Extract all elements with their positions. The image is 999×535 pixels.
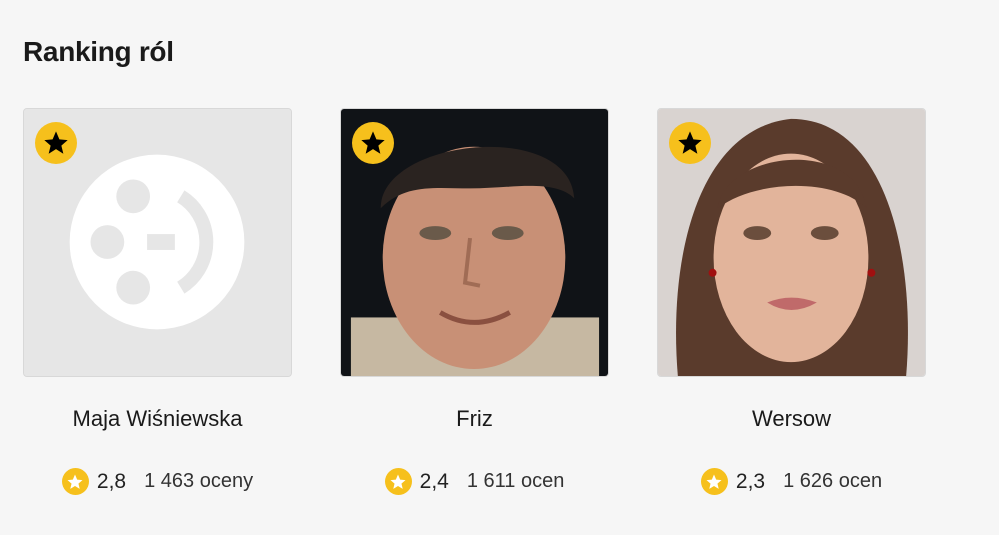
favorite-badge[interactable]: [35, 122, 77, 164]
role-ranking-section: Ranking ról Maja Wiśniewska 2,8 1 463 oc…: [0, 0, 999, 535]
person-name[interactable]: Wersow: [657, 406, 926, 432]
rating-value: 2,4: [419, 469, 449, 493]
rating-star-icon: [61, 468, 89, 495]
section-title: Ranking ról: [23, 36, 174, 67]
role-card[interactable]: Maja Wiśniewska 2,8 1 463 oceny: [23, 108, 292, 495]
person-name[interactable]: Friz: [340, 406, 609, 432]
favorite-badge[interactable]: [352, 122, 394, 164]
rating-star-icon: [384, 468, 412, 495]
rating-value: 2,8: [96, 469, 127, 493]
rating-count: 1 626 ocen: [783, 470, 883, 492]
rating-star-icon: [700, 468, 728, 495]
person-name[interactable]: Maja Wiśniewska: [23, 406, 292, 432]
star-icon: [361, 131, 385, 154]
person-photo[interactable]: [657, 108, 926, 377]
favorite-badge[interactable]: [669, 122, 711, 164]
role-image-placeholder[interactable]: [23, 108, 292, 377]
rating-count: 1 463 oceny: [144, 470, 254, 492]
rating-row: 2,4 1 611 ocen: [340, 468, 609, 495]
rating-value: 2,3: [735, 469, 766, 493]
rating-count: 1 611 ocen: [466, 470, 565, 492]
star-icon: [44, 131, 68, 154]
rating-row: 2,3 1 626 ocen: [657, 468, 926, 495]
rating-row: 2,8 1 463 oceny: [23, 468, 292, 495]
role-card[interactable]: Wersow 2,3 1 626 ocen: [657, 108, 926, 495]
role-card[interactable]: Friz 2,4 1 611 ocen: [340, 108, 609, 495]
person-photo[interactable]: [340, 108, 609, 377]
star-icon: [678, 131, 702, 154]
